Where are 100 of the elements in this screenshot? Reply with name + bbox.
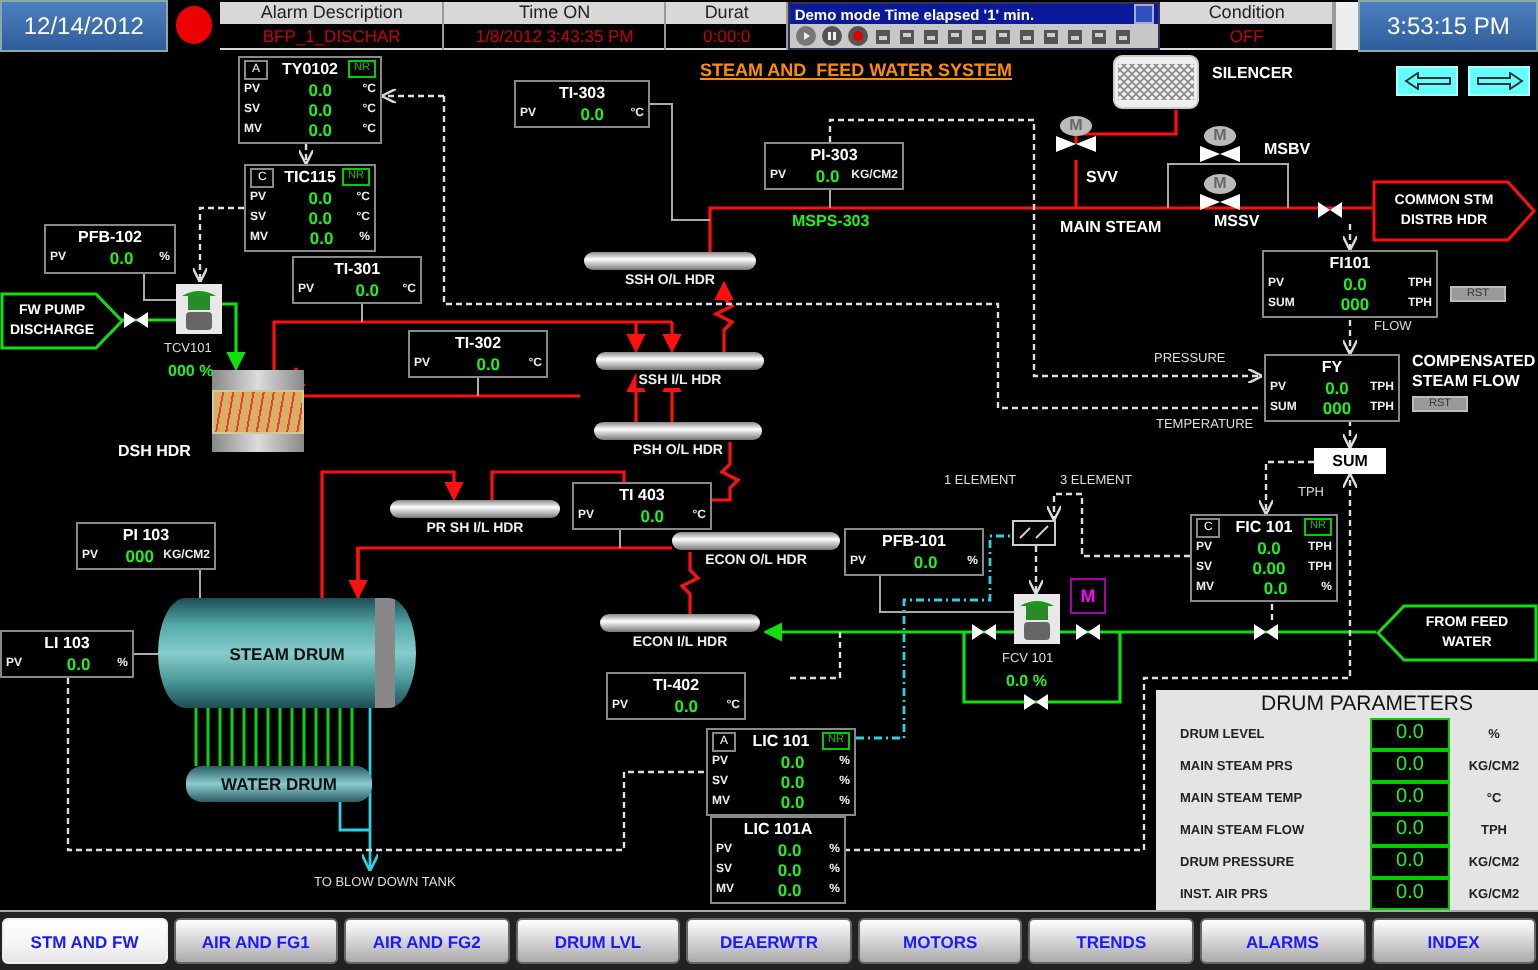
toolbar-icon[interactable] (874, 27, 893, 45)
close-icon[interactable] (1134, 4, 1155, 24)
tag-label: TIC115 (284, 168, 336, 186)
value-readout: 0.0 (1370, 814, 1450, 846)
value-readout: 0.0 (1370, 878, 1450, 910)
valve-icon (972, 624, 996, 640)
control-valve-icon (1014, 594, 1060, 644)
diagram-label: MAIN STEAM (1060, 218, 1162, 236)
value-readout: 0.0 (1255, 538, 1283, 558)
control-valve-icon (176, 284, 222, 334)
table-cell: 1/8/2012 3:43:35 PM (444, 24, 665, 48)
valve-icon (1076, 624, 1100, 640)
diagram-label: COMPENSATED STEAM FLOW (1412, 352, 1536, 394)
value-readout: 0.0 (474, 354, 503, 374)
toolbar-icon[interactable] (922, 27, 941, 45)
play-icon[interactable] (796, 26, 817, 46)
column-header: Condition (1206, 2, 1287, 24)
valve-icon (124, 312, 148, 328)
value-readout: 0.0 (64, 654, 93, 674)
valve-icon (1056, 136, 1096, 152)
toolbar-icon[interactable] (1066, 27, 1085, 45)
diagram-label: DSH HDR (118, 442, 191, 460)
time-display: 3:53:15 PM (1358, 0, 1538, 52)
value-readout: 000 (1320, 398, 1354, 418)
value-readout: 0.0 (775, 860, 804, 880)
value-readout: 0.0 (306, 100, 335, 120)
valve-icon (1200, 194, 1240, 210)
previous-screen-button[interactable] (1396, 66, 1458, 96)
valve-label: MSBV (1264, 140, 1311, 158)
scrollbar[interactable] (1334, 2, 1359, 50)
value-readout: 0.0 (306, 208, 335, 228)
nav-button[interactable]: ALARMS (1199, 918, 1365, 964)
nav-button[interactable]: AIR AND FG2 (344, 918, 510, 964)
manual-mode-indicator: M (1070, 578, 1106, 614)
nav-button[interactable]: DRUM LVL (515, 918, 681, 964)
value-readout: 0.0 (306, 80, 335, 100)
value-readout: 000 (1338, 294, 1372, 314)
tag-label: LI 103 (44, 634, 90, 652)
valve-label: MSSV (1214, 212, 1260, 230)
column-header: Durat (702, 2, 751, 24)
steam-drum: STEAM DRUM (158, 598, 416, 708)
tag-label: TI-303 (558, 84, 606, 102)
value-readout: 0.0 (775, 880, 804, 900)
table-cell: OFF (1160, 24, 1333, 48)
toolbar-icon[interactable] (1090, 27, 1109, 45)
toolbar-icon[interactable] (994, 27, 1013, 45)
tag-label: TY0102 (281, 60, 339, 78)
value-readout: 0.0 (1370, 718, 1450, 750)
value-readout: 000 (123, 546, 156, 566)
valve-icon (1318, 202, 1342, 218)
tag-label: TI-301 (333, 260, 381, 278)
motor-actuator: M (1204, 126, 1236, 146)
toolbar-icon[interactable] (898, 27, 917, 45)
nav-button[interactable]: DEAERWTR (686, 918, 852, 964)
selector-switch-icon[interactable] (1012, 520, 1056, 546)
sum-block: SUM (1314, 448, 1386, 474)
panel-title: DRUM PARAMETERS (1259, 690, 1475, 718)
record-icon[interactable] (848, 26, 869, 46)
toolbar-icon[interactable] (946, 27, 965, 45)
nav-button[interactable]: MOTORS (857, 918, 1023, 964)
valve-icon (1024, 694, 1048, 710)
date-display: 12/14/2012 (0, 0, 168, 52)
screen-title: STEAM AND FEED WATER SYSTEM (700, 60, 1013, 80)
value-readout: 0.0 (1341, 274, 1369, 294)
tag-label: PI-303 (810, 146, 858, 164)
tag-label: TI-302 (454, 334, 502, 352)
tag-label: PFB-102 (77, 228, 142, 246)
pause-icon[interactable] (822, 26, 843, 46)
tag-label: LIC 101 (752, 732, 810, 750)
value-readout: 0.0 (672, 696, 701, 716)
value-readout: 0.0 (778, 772, 807, 792)
value-readout: 0.0 (778, 752, 807, 772)
value-readout: 0.0 (638, 506, 667, 526)
nav-button[interactable]: INDEX (1371, 918, 1537, 964)
motor-actuator: M (1204, 174, 1236, 194)
toolbar-icon[interactable] (970, 27, 989, 45)
valve-output: 0.0 % (1006, 672, 1047, 690)
table-cell: BFP_1_DISCHAR (220, 24, 443, 48)
diagram-label: MSPS-303 (792, 212, 870, 230)
value-readout: 0.0 (1370, 846, 1450, 878)
tag-label: FI101 (1329, 254, 1371, 272)
silencer-drawing (1112, 54, 1200, 110)
tag-label: PFB-101 (881, 532, 946, 550)
tag-label: FIC 101 (1235, 518, 1293, 536)
nav-button[interactable]: STM AND FW (2, 918, 168, 964)
value-readout: 0.0 (911, 552, 940, 572)
tag-label: FY (1321, 358, 1343, 376)
toolbar-icon[interactable] (1042, 27, 1061, 45)
table-cell: 0:00:0 (666, 24, 787, 48)
nav-button[interactable]: AIR AND FG1 (173, 918, 339, 964)
next-screen-button[interactable] (1468, 66, 1530, 96)
valve-icon (1200, 146, 1240, 162)
nav-button[interactable]: TRENDS (1028, 918, 1194, 964)
valve-label: SVV (1086, 168, 1119, 186)
value-readout: 0.0 (1261, 578, 1290, 598)
value-readout: 0.00 (1250, 558, 1288, 578)
toolbar-icon[interactable] (1018, 27, 1037, 45)
water-drum: WATER DRUM (186, 766, 372, 802)
value-readout: 0.0 (775, 840, 804, 860)
toolbar-icon[interactable] (1114, 27, 1133, 45)
